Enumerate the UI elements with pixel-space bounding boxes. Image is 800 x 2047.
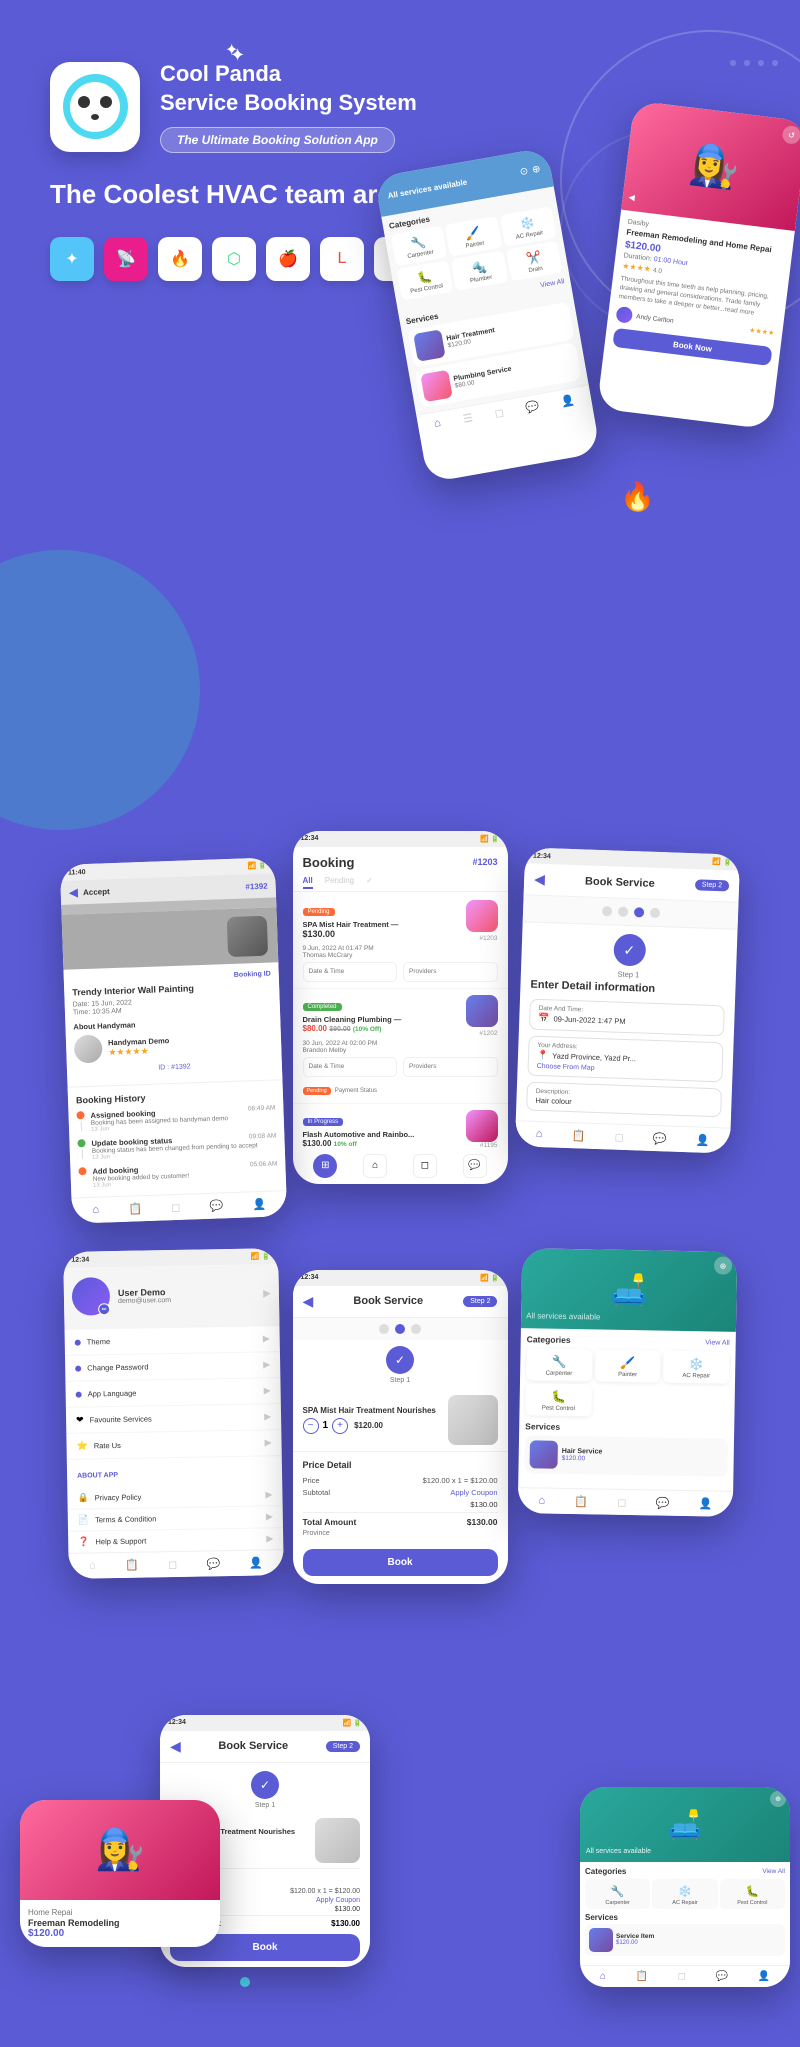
podcast-icon: 📡	[104, 237, 148, 281]
firebase-icon: 🔥	[158, 237, 202, 281]
screenshots-row-2: 12:34 📶🔋 ✏ User Demo demo@user.com ▶	[0, 1250, 800, 1577]
phone-service-detail: 👩‍🔧 ↺ ◀ Dasiby Freeman Remodeling and Ho…	[597, 100, 800, 429]
app-badge: The Ultimate Booking Solution App	[160, 127, 395, 153]
top-phones-area: All services available ⊙ ⊕ Categories 🔧C…	[380, 100, 800, 520]
android-icon: ⬡	[212, 237, 256, 281]
bottom-phones-area: 👩‍🔧 Home Repai Freeman Remodeling $120.0…	[0, 1627, 800, 1927]
screenshots-row-1: 11:40 📶🔋 ◀ Accept #1392 Booking ID	[0, 831, 800, 1190]
phone-pink-bottom: 👩‍🔧 Home Repai Freeman Remodeling $120.0…	[20, 1800, 220, 1947]
phone-profile: 12:34 📶🔋 ✏ User Demo demo@user.com ▶	[63, 1248, 284, 1579]
app-title: Cool Panda Service Booking System The Ul…	[160, 60, 417, 153]
teal-bg-circle	[0, 550, 200, 830]
flutter-icon: ✦	[50, 237, 94, 281]
laravel-icon: L	[320, 237, 364, 281]
phone-booking-detail: 11:40 📶🔋 ◀ Accept #1392 Booking ID	[59, 857, 286, 1223]
phone-booking-list: 12:34 📶🔋 Booking #1203 All Pending ✓ Pen…	[293, 831, 508, 1184]
blue-dot-2	[240, 1977, 250, 1987]
sparkle-decoration: ✦	[230, 45, 245, 66]
phone-book-service: 12:34 📶🔋 ◀ Book Service Step 2 ✓ Step 1 …	[514, 847, 739, 1153]
apple-icon: 🍎	[266, 237, 310, 281]
phone-services-main: All services available ⊙ ⊕ Categories 🔧C…	[374, 147, 600, 483]
app-subtitle: Service Booking System	[160, 89, 417, 118]
phone-book-qty: 12:34 📶🔋 ◀ Book Service Step 2 ✓ Step 1	[293, 1270, 508, 1584]
phone-teal-bottom: 🛋️ All services available ⊕ Categories V…	[580, 1787, 790, 1987]
app-name: Cool Panda	[160, 60, 417, 89]
flame-decoration: 🔥	[620, 480, 655, 513]
phone-teal-services: 🛋️ ⊕ All services available Categories V…	[517, 1248, 737, 1517]
panda-logo	[63, 74, 128, 139]
app-icon	[50, 62, 140, 152]
